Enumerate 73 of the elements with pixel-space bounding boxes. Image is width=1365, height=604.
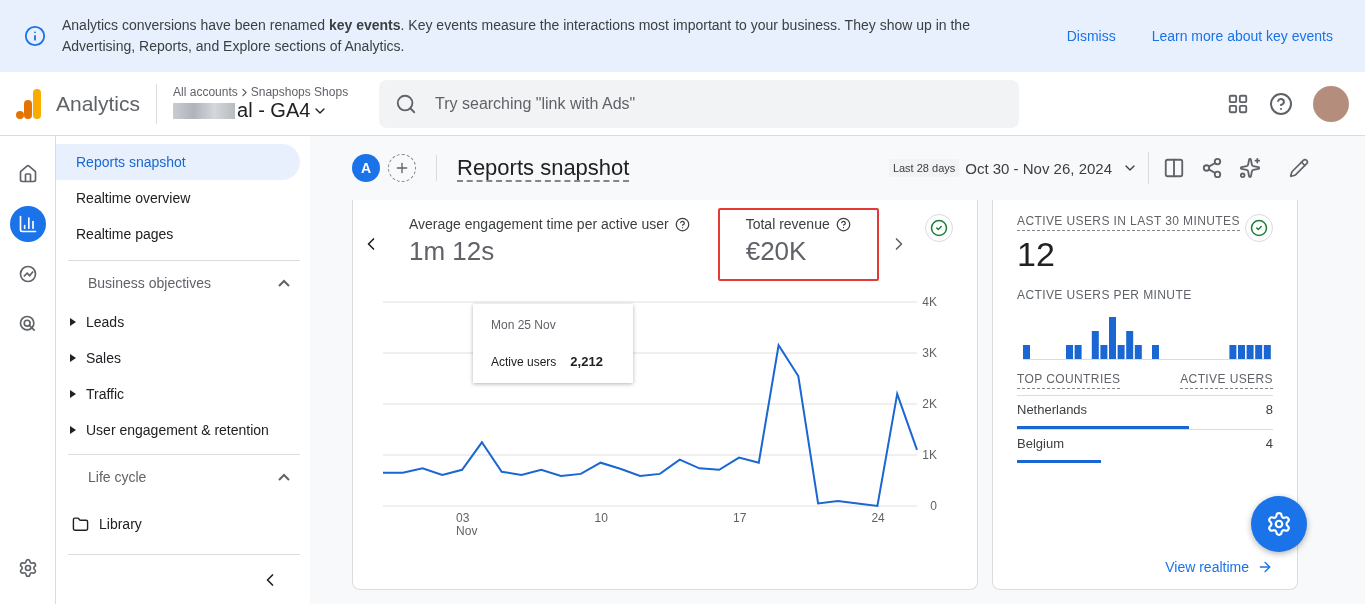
sidebar-item[interactable]: Realtime pages [56,216,300,252]
y-tick-label: 3K [922,346,937,360]
expand-triangle-icon [70,354,76,362]
expand-triangle-icon [70,318,76,326]
sparkle-trend-icon[interactable] [1239,157,1261,179]
tooltip-value: 2,212 [570,354,603,369]
expand-triangle-icon [70,426,76,434]
user-count: 8 [1265,402,1273,417]
active-users-count: 12 [1017,235,1056,274]
minute-bar [1152,345,1159,359]
metric-tab[interactable]: Total revenue €20K [717,208,879,281]
sidebar-item[interactable]: Realtime overview [56,180,300,216]
user-count: 4 [1265,436,1273,451]
breadcrumb[interactable]: All accounts Snapshops Shops [173,85,364,99]
chevron-up-icon [278,278,290,287]
search-icon [395,92,418,115]
sidebar-item[interactable]: Leads [70,314,125,330]
help-icon [835,216,851,232]
apps-grid-icon[interactable] [1227,92,1249,115]
minute-bar [1023,345,1030,359]
date-range-selector[interactable]: Oct 30 - Nov 26, 2024 [959,152,1149,184]
help-icon[interactable] [1269,91,1293,116]
info-icon [24,25,46,47]
chevron-up-icon [278,472,290,481]
gear-icon [1266,511,1292,537]
card-heading: ACTIVE USERS PER MINUTE [1017,288,1192,304]
banner-link[interactable]: Learn more about key events [1143,24,1341,48]
plus-icon [394,160,410,176]
section-header[interactable]: Business objectives [68,260,300,304]
help-icon [674,216,690,232]
sidebar-item[interactable]: Traffic [70,386,125,402]
search-field[interactable]: Try searching "link with Ads" [379,79,1020,128]
x-tick-label: 24 [871,511,885,525]
sidebar-item[interactable]: Reports snapshot [56,144,300,180]
x-tick-label: 17 [733,511,747,525]
y-tick-label: 0 [930,499,937,513]
country-name: Belgium [1017,436,1064,451]
folder-icon [72,515,89,533]
banner-message: Analytics conversions have been renamed key events. Key events measure the interactions most important to your business. They show up in the Advertising, Reports, and Explore sections of Analytics. [62,16,971,56]
x-tick-label: 10 [594,511,608,525]
share-icon[interactable] [1201,157,1223,179]
redacted-text [173,102,236,119]
check-icon [925,214,953,242]
view-realtime-link[interactable]: View realtime [1165,559,1273,575]
check-icon [1245,214,1273,242]
sidebar-item[interactable]: User engagement & retention [70,422,269,438]
y-tick-label: 4K [922,295,937,309]
sidebar-item[interactable]: Library [72,515,142,533]
range-badge: Last 28 days [888,159,960,177]
sidebar-item[interactable]: Sales [70,350,122,366]
y-tick-label: 2K [922,397,937,411]
column-header: ACTIVE USERS [1180,372,1273,389]
section-header[interactable]: Life cycle [68,454,300,498]
product-name: Analytics [56,83,158,124]
comparison-avatar[interactable]: A [352,154,380,182]
x-tick-label: 03 Nov [456,511,478,538]
country-name: Netherlands [1017,402,1088,417]
page-title: Reports snapshot [457,155,630,182]
y-tick-label: 1K [922,448,937,462]
compare-columns-icon[interactable] [1163,157,1185,179]
column-header: TOP COUNTRIES [1017,372,1121,389]
expand-triangle-icon [70,390,76,398]
banner-link[interactable]: Dismiss [1058,24,1124,48]
account-avatar[interactable] [1313,85,1349,122]
edit-icon[interactable] [1289,157,1309,179]
metric-tab[interactable]: Average engagement time per active user 1m 12s [381,208,718,281]
arrow-right-icon [1257,559,1273,575]
bar-chart-icon[interactable] [9,206,46,242]
card-heading: ACTIVE USERS IN LAST 30 MINUTES [1017,214,1240,231]
tooltip-label: Active users [491,354,557,369]
tooltip-date: Mon 25 Nov [491,318,557,332]
analytics-logo-icon [16,88,42,119]
property-selector[interactable]: al - GA4 [173,99,364,122]
